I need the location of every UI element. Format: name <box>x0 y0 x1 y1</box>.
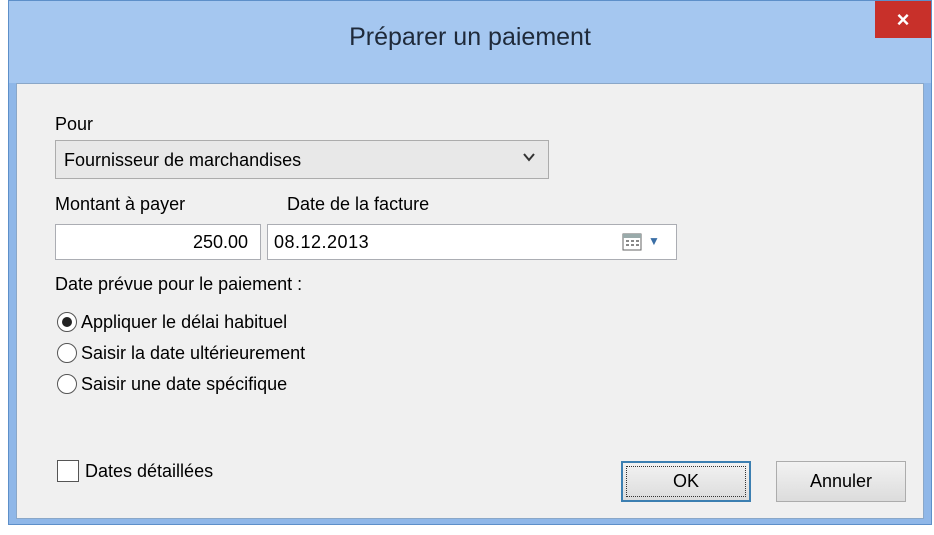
radio-label: Saisir la date ultérieurement <box>81 342 306 363</box>
detailed-dates-label: Dates détaillées <box>85 460 214 481</box>
cancel-button[interactable]: Annuler <box>776 461 906 502</box>
dialog-body: Pour Fournisseur de marchandises Montant… <box>16 83 924 519</box>
pour-label: Pour <box>55 114 94 134</box>
invoice-date-value: 08.12.2013 <box>274 232 370 252</box>
cancel-button-label: Annuler <box>809 471 873 491</box>
detailed-dates-checkbox-row[interactable]: Dates détaillées <box>57 460 213 482</box>
detailed-dates-checkbox[interactable] <box>57 460 79 482</box>
title-bar[interactable]: Préparer un paiement × <box>9 1 931 83</box>
close-button[interactable]: × <box>875 1 931 38</box>
radio-label: Appliquer le délai habituel <box>81 311 288 332</box>
invoice-date-label: Date de la facture <box>287 194 430 214</box>
close-icon: × <box>896 6 910 32</box>
radio-label: Saisir une date spécifique <box>81 373 288 394</box>
radio-button-selected[interactable] <box>57 312 77 332</box>
calendar-icon[interactable] <box>622 233 642 251</box>
dialog-title: Préparer un paiement <box>349 23 591 51</box>
radio-button[interactable] <box>57 343 77 363</box>
pour-dropdown[interactable]: Fournisseur de marchandises <box>55 140 549 179</box>
radio-button[interactable] <box>57 374 77 394</box>
dialog-window: Préparer un paiement × Pour Fournisseur … <box>8 0 932 525</box>
invoice-date-picker[interactable]: 08.12.2013 ▼ <box>267 224 677 260</box>
chevron-down-icon <box>522 150 536 167</box>
amount-input[interactable]: 250.00 <box>55 224 261 260</box>
pour-selected-value: Fournisseur de marchandises <box>64 150 302 170</box>
amount-label: Montant à payer <box>55 194 186 214</box>
radio-specific-date[interactable]: Saisir une date spécifique <box>57 371 287 397</box>
radio-later-date[interactable]: Saisir la date ultérieurement <box>57 340 305 366</box>
amount-value: 250.00 <box>192 232 248 252</box>
payment-date-label: Date prévue pour le paiement : <box>55 274 303 294</box>
radio-usual-delay[interactable]: Appliquer le délai habituel <box>57 309 287 335</box>
ok-button[interactable]: OK <box>621 461 751 502</box>
dropdown-arrow-icon[interactable]: ▼ <box>648 234 660 248</box>
